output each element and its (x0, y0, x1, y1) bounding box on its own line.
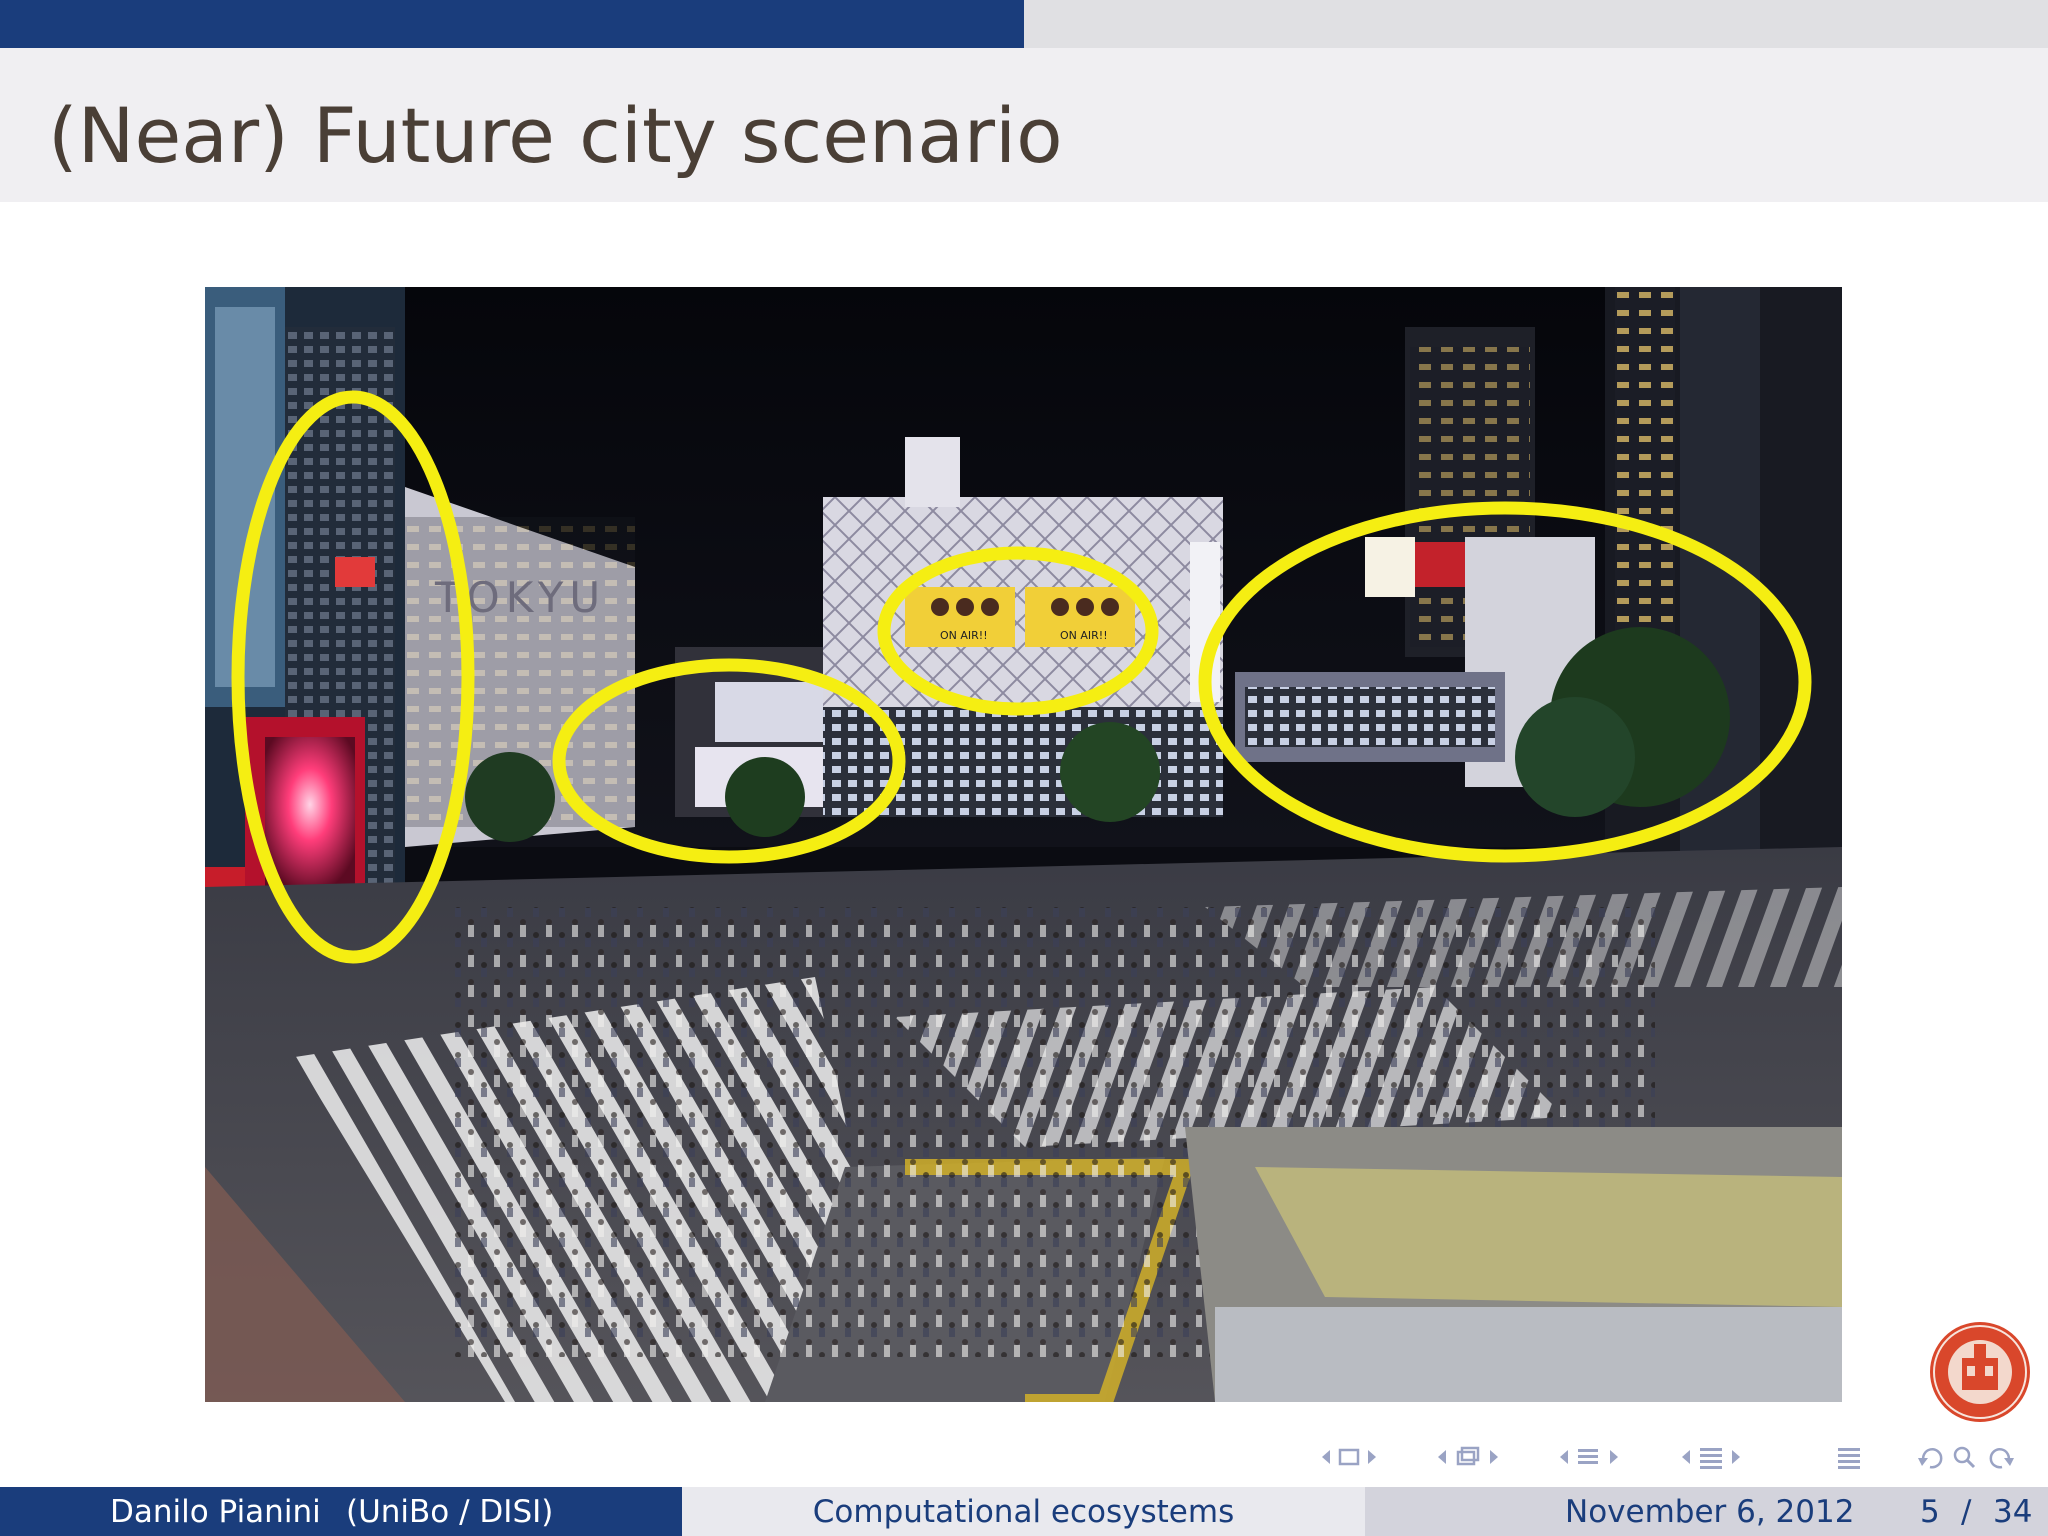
frame-prev-icon[interactable] (1322, 1450, 1330, 1464)
frame-icon[interactable] (1338, 1448, 1360, 1466)
subsection-prev-icon[interactable] (1438, 1450, 1446, 1464)
city-crossing-photo: TOKYU ON AIR!! ON AIR!! (205, 287, 1842, 1402)
footer-talk-title: Computational ecosystems (812, 1494, 1235, 1530)
ad-board-text-right: ON AIR!! (1060, 629, 1108, 642)
footer-page-total: 34 (1993, 1494, 2033, 1530)
footer-title-block: Computational ecosystems (682, 1487, 1365, 1536)
footer-page-current: 5 (1920, 1494, 1940, 1530)
slide-progress-fill (0, 0, 1024, 48)
subsection-icon[interactable] (1456, 1446, 1480, 1466)
forward-icon[interactable] (1989, 1448, 2014, 1469)
footer-page-separator: / (1961, 1494, 1972, 1530)
section-icon[interactable] (1578, 1449, 1598, 1464)
slide-progress-bar (0, 0, 2048, 48)
section-next-icon[interactable] (1610, 1450, 1618, 1464)
appendix-prev-icon[interactable] (1682, 1450, 1690, 1464)
university-seal (1928, 1320, 2032, 1424)
appendix-icon[interactable] (1700, 1448, 1722, 1469)
footer-date: November 6, 2012 (1565, 1494, 1855, 1530)
footer: Danilo Pianini (UniBo / DISI) Computatio… (0, 1487, 2048, 1536)
subsection-next-icon[interactable] (1490, 1450, 1498, 1464)
footer-author: Danilo Pianini (110, 1494, 321, 1530)
slide-title: (Near) Future city scenario (48, 91, 1063, 180)
footer-author-block: Danilo Pianini (UniBo / DISI) (0, 1487, 682, 1536)
beamer-navigation-bar (1310, 1440, 2030, 1474)
ad-board-text-left: ON AIR!! (940, 629, 988, 642)
appendix-next-icon[interactable] (1732, 1450, 1740, 1464)
section-prev-icon[interactable] (1560, 1450, 1568, 1464)
search-icon[interactable] (1953, 1446, 1976, 1469)
frame-next-icon[interactable] (1368, 1450, 1376, 1464)
footer-date-block: November 6, 2012 5 / 34 (1365, 1487, 2048, 1536)
footer-affiliation: (UniBo / DISI) (346, 1494, 554, 1530)
back-icon[interactable] (1918, 1448, 1943, 1469)
toc-icon[interactable] (1838, 1448, 1860, 1469)
